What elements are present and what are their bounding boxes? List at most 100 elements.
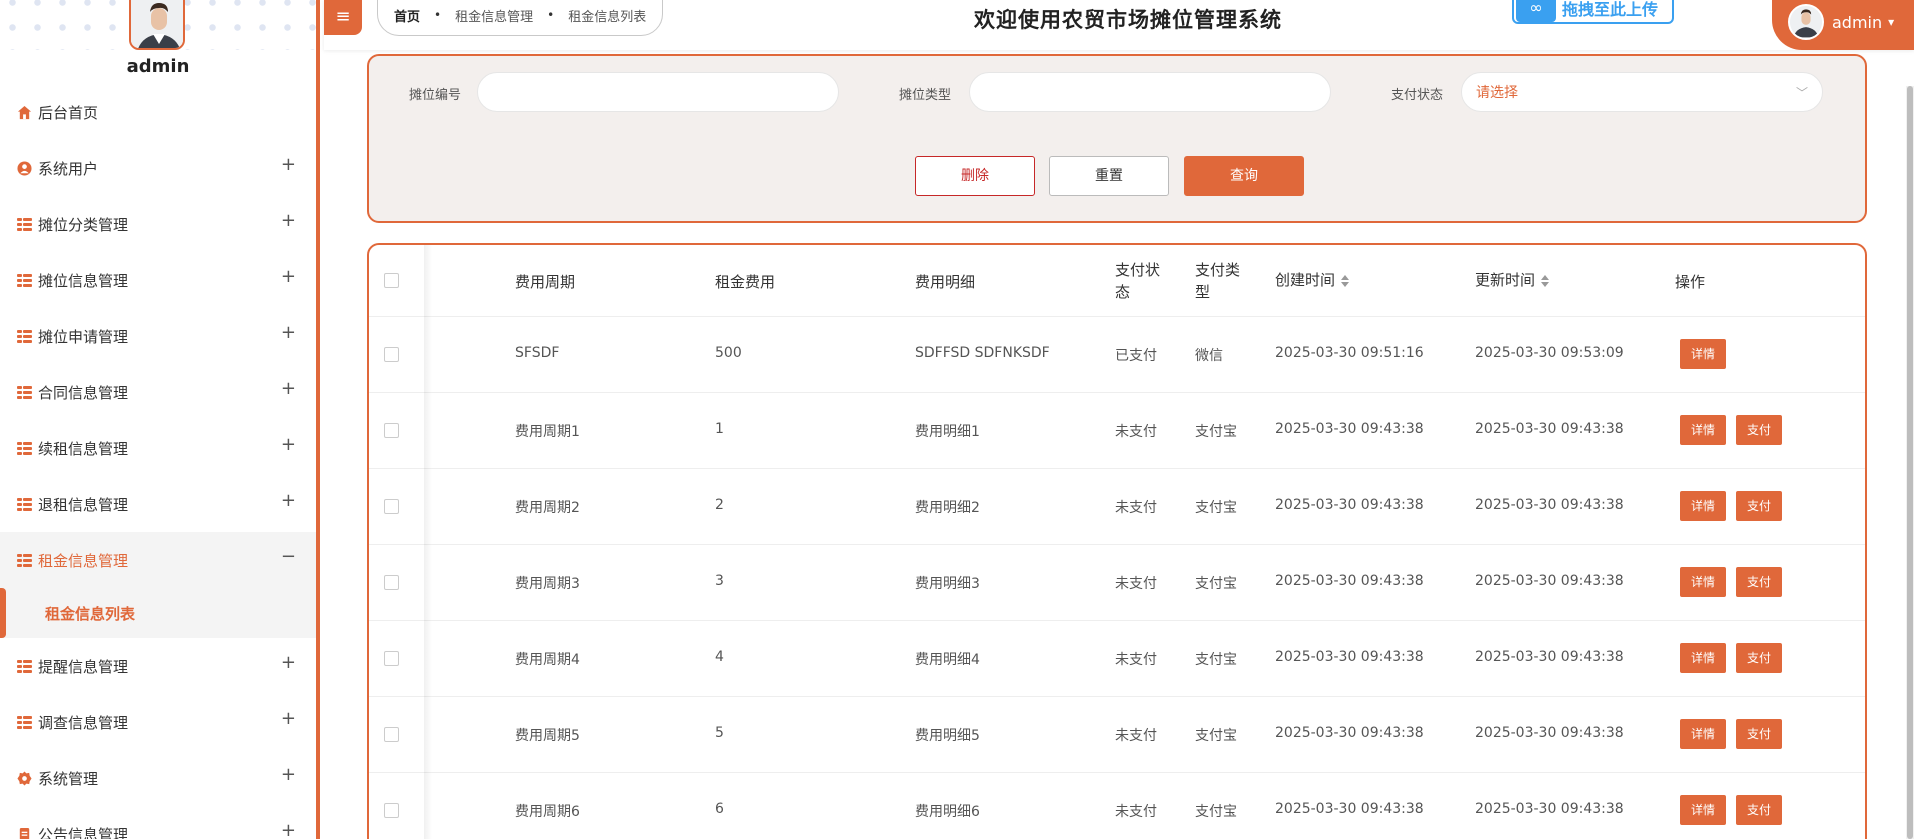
collapse-icon[interactable]: − (281, 546, 296, 567)
col-actions: 操作 (1675, 273, 1706, 291)
table-row: 费用周期2 2 费用明细2 未支付 支付宝 2025-03-30 09:43:38 2025… (369, 469, 1865, 545)
sidebar-item[interactable]: 公告信息管理 + (0, 806, 316, 839)
sidebar-item[interactable]: 后台首页 (0, 84, 316, 140)
col-created[interactable]: 创建时间 (1275, 269, 1350, 290)
cell-detail: SDFFSD SDFNKSDF (915, 345, 1050, 361)
detail-button[interactable]: 详情 (1680, 719, 1726, 749)
pay-button[interactable]: 支付 (1736, 643, 1782, 673)
grid-icon (16, 384, 32, 400)
breadcrumb-rent-management[interactable]: 租金信息管理 (455, 6, 533, 25)
row-checkbox[interactable] (384, 499, 399, 514)
pay-button[interactable]: 支付 (1736, 719, 1782, 749)
expand-icon[interactable]: + (281, 764, 296, 785)
stall-no-input[interactable] (477, 72, 839, 112)
menu-toggle-icon[interactable]: ≡ (324, 0, 362, 35)
cell-period: SFSDF (515, 345, 560, 361)
breadcrumb-home[interactable]: 首页 (394, 6, 420, 25)
col-updated-label: 更新时间 (1475, 271, 1536, 289)
sidebar-item[interactable]: 调查信息管理 + (0, 694, 316, 750)
row-checkbox[interactable] (384, 803, 399, 818)
pay-button[interactable]: 支付 (1736, 795, 1782, 825)
sort-icon[interactable] (1341, 274, 1350, 287)
sidebar-item[interactable]: 合同信息管理 + (0, 364, 316, 420)
expand-icon[interactable]: + (281, 154, 296, 175)
cell-created: 2025-03-30 09:43:38 (1275, 497, 1424, 513)
expand-icon[interactable]: + (281, 708, 296, 729)
pay-button[interactable]: 支付 (1736, 567, 1782, 597)
expand-icon[interactable]: + (281, 322, 296, 343)
row-checkbox[interactable] (384, 575, 399, 590)
delete-button[interactable]: 删除 (915, 156, 1035, 196)
admin-name: admin (126, 56, 190, 77)
sidebar-item[interactable]: 摊位分类管理 + (0, 196, 316, 252)
expand-icon[interactable]: + (281, 210, 296, 231)
chevron-down-icon: ▾ (1888, 15, 1895, 29)
sidebar-item[interactable]: 续租信息管理 + (0, 420, 316, 476)
expand-icon[interactable]: + (281, 434, 296, 455)
row-checkbox[interactable] (384, 727, 399, 742)
sidebar-item[interactable]: 系统用户 + (0, 140, 316, 196)
select-all-checkbox[interactable] (384, 273, 399, 288)
cell-pay-status: 未支付 (1115, 804, 1157, 820)
sort-icon[interactable] (1541, 274, 1550, 287)
cell-updated: 2025-03-30 09:43:38 (1475, 649, 1624, 665)
row-checkbox[interactable] (384, 347, 399, 362)
col-created-label: 创建时间 (1275, 271, 1336, 289)
expand-icon[interactable]: + (281, 266, 296, 287)
scrollbar-thumb[interactable] (1907, 86, 1913, 839)
pay-status-placeholder: 请选择 (1476, 85, 1518, 101)
query-button[interactable]: 查询 (1184, 156, 1304, 196)
detail-button[interactable]: 详情 (1680, 339, 1726, 369)
breadcrumb-separator: • (434, 8, 442, 22)
expand-icon[interactable]: + (281, 378, 296, 399)
sidebar-item[interactable]: 摊位申请管理 + (0, 308, 316, 364)
sidebar-item-label: 摊位分类管理 (38, 215, 129, 234)
avatar[interactable] (129, 0, 185, 50)
upload-badge[interactable]: ∞ 拖拽至此上传 (1512, 0, 1674, 24)
reset-button[interactable]: 重置 (1049, 156, 1169, 196)
pay-button[interactable]: 支付 (1736, 415, 1782, 445)
col-updated[interactable]: 更新时间 (1475, 269, 1550, 290)
row-checkbox[interactable] (384, 651, 399, 666)
page-scrollbar[interactable] (1906, 86, 1914, 839)
cell-pay-type: 支付宝 (1195, 728, 1237, 744)
cell-fee: 1 (715, 421, 724, 437)
detail-button[interactable]: 详情 (1680, 567, 1726, 597)
cell-created: 2025-03-30 09:43:38 (1275, 649, 1424, 665)
user-menu[interactable]: admin ▾ (1772, 0, 1914, 50)
sidebar-item-label: 系统管理 (38, 769, 99, 788)
upload-badge-label: 拖拽至此上传 (1562, 0, 1659, 19)
cell-fee: 3 (715, 573, 724, 589)
grid-icon (16, 216, 32, 232)
expand-icon[interactable]: + (281, 820, 296, 839)
cell-pay-type: 支付宝 (1195, 804, 1237, 820)
sidebar-subitem-rent-list[interactable]: 租金信息列表 (0, 588, 316, 638)
stall-type-input[interactable] (969, 72, 1331, 112)
row-checkbox[interactable] (384, 423, 399, 438)
detail-button[interactable]: 详情 (1680, 795, 1726, 825)
sidebar-item-label: 公告信息管理 (38, 825, 129, 839)
notice-icon (16, 826, 32, 839)
sidebar-item[interactable]: 系统管理 + (0, 750, 316, 806)
grid-icon (16, 552, 32, 568)
detail-button[interactable]: 详情 (1680, 491, 1726, 521)
cell-pay-status: 已支付 (1115, 348, 1157, 364)
expand-icon[interactable]: + (281, 490, 296, 511)
grid-icon (16, 272, 32, 288)
pay-status-select[interactable]: 请选择 ﹀ (1461, 72, 1823, 112)
expand-icon[interactable]: + (281, 652, 296, 673)
sidebar-item[interactable]: 提醒信息管理 + (0, 638, 316, 694)
pay-button[interactable]: 支付 (1736, 491, 1782, 521)
col-fee: 租金费用 (715, 273, 776, 291)
sidebar-item[interactable]: 摊位信息管理 + (0, 252, 316, 308)
detail-button[interactable]: 详情 (1680, 415, 1726, 445)
detail-button[interactable]: 详情 (1680, 643, 1726, 673)
sidebar-item[interactable]: 退租信息管理 + (0, 476, 316, 532)
grid-icon (16, 714, 32, 730)
cell-period: 费用周期3 (515, 576, 580, 592)
sidebar: admin 后台首页 系统用户 + 摊位分类管理 + 摊位信息管理 + 摊位申请管理 + 合同信息… (0, 0, 320, 839)
cell-pay-status: 未支付 (1115, 576, 1157, 592)
cell-period: 费用周期2 (515, 500, 580, 516)
sidebar-item[interactable]: 租金信息管理 − (0, 532, 316, 588)
table-row: 费用周期6 6 费用明细6 未支付 支付宝 2025-03-30 09:43:38 2025… (369, 773, 1865, 839)
